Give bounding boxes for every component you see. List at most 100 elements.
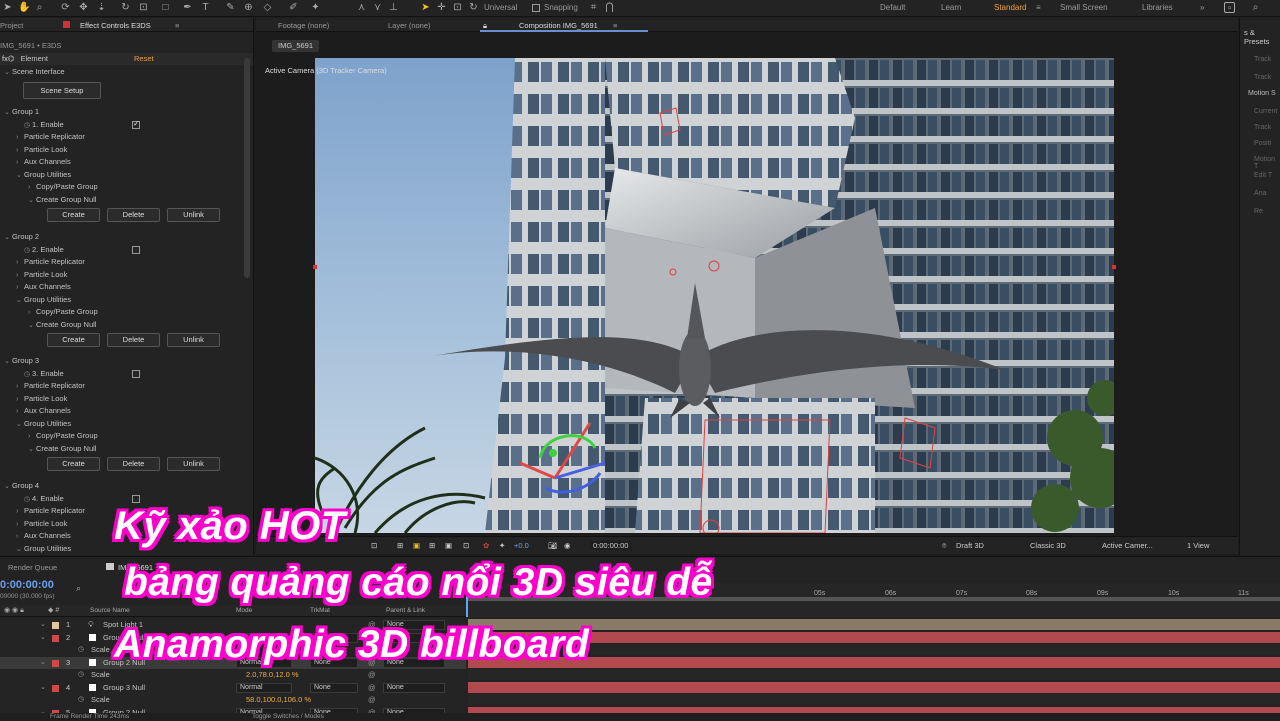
3d-scale-icon[interactable]: ⊡ <box>452 2 463 13</box>
create-button[interactable]: Create <box>47 208 100 222</box>
zoom-tool-icon[interactable]: ⌕ <box>34 2 45 13</box>
layer-duration-bar[interactable] <box>468 632 1280 643</box>
mode-dropdown[interactable]: Normal <box>236 683 292 693</box>
chevron-down-icon[interactable]: ⌄ <box>16 295 24 307</box>
3d-rotate-icon[interactable]: ↻ <box>468 2 479 13</box>
trkmat-dropdown[interactable]: None <box>310 683 358 693</box>
workspace-small-screen[interactable]: Small Screen <box>1060 3 1108 12</box>
viewer-handle-left[interactable] <box>313 265 317 269</box>
create-group-null-row[interactable]: ⌄ Create Group Null <box>0 443 253 456</box>
right-panel-item[interactable]: Track <box>1254 124 1271 131</box>
right-panel-item[interactable]: Motion T <box>1254 156 1280 170</box>
group-header[interactable]: ⌄ Group 1 <box>0 106 253 119</box>
chevron-right-icon[interactable]: › <box>16 519 24 531</box>
aux-channels-row[interactable]: › Aux Channels <box>0 405 253 418</box>
chevron-down-icon[interactable]: ⌄ <box>4 67 12 79</box>
search-icon[interactable]: ⌕ <box>1250 2 1261 13</box>
stopwatch-icon[interactable]: ◷ <box>24 120 32 132</box>
axis-tool-icon[interactable]: ⋏ <box>356 2 367 13</box>
enable-checkbox[interactable] <box>132 369 140 378</box>
layer-duration-bar[interactable] <box>468 657 1280 668</box>
chevron-down-icon[interactable]: ⌄ <box>4 232 12 244</box>
right-panel-item[interactable]: Re <box>1254 208 1263 215</box>
create-group-null-row[interactable]: ⌄ Create Group Null <box>0 194 253 207</box>
pickwhip-icon[interactable]: @ <box>368 682 376 694</box>
col-trkmat[interactable]: TrkMat <box>310 607 330 614</box>
color-channel-icon[interactable]: ✿ <box>483 541 489 550</box>
chevron-right-icon[interactable]: › <box>28 307 36 319</box>
stopwatch-icon[interactable]: ◷ <box>24 245 32 257</box>
mask-toggle-icon[interactable]: ⊞ <box>429 541 435 550</box>
stopwatch-icon[interactable]: ◷ <box>24 494 32 506</box>
chevron-right-icon[interactable]: › <box>16 406 24 418</box>
snapping-checkbox[interactable] <box>532 4 540 12</box>
view-axis-icon[interactable]: ⊥ <box>388 2 399 13</box>
enable-row[interactable]: ◷ 1. Enable <box>0 119 253 132</box>
stopwatch-icon[interactable]: ◷ <box>78 694 84 706</box>
timeline-timecode[interactable]: 0:00:00:00 <box>0 579 54 591</box>
right-panel-item[interactable]: Track <box>1254 56 1271 63</box>
copy-paste-group-row[interactable]: › Copy/Paste Group <box>0 181 253 193</box>
scale-value[interactable]: 2.0,78.0,12.0 % <box>246 669 299 681</box>
chevron-down-icon[interactable]: ⌄ <box>16 170 24 182</box>
3d-move-icon[interactable]: ✛ <box>436 2 447 13</box>
twirl-icon[interactable]: ⌄ <box>40 619 46 631</box>
share-icon[interactable]: ▫ <box>1224 2 1235 14</box>
enable-checkbox[interactable] <box>132 245 140 254</box>
group-utilities-row[interactable]: ⌄ Group Utilities <box>0 169 253 182</box>
chevron-down-icon[interactable]: ⌄ <box>4 481 12 493</box>
create-group-null-row[interactable]: ⌄ Create Group Null <box>0 319 253 331</box>
tab-layer[interactable]: Layer (none) <box>388 21 431 30</box>
selection-tool-icon[interactable]: ➤ <box>2 2 13 13</box>
unlink-button[interactable]: Unlink <box>167 457 220 471</box>
group-utilities-row[interactable]: ⌄ Group Utilities <box>0 294 253 307</box>
property-row[interactable]: ◷ Scale 2.0,78.0,12.0 % @ <box>0 669 466 681</box>
copy-paste-group-row[interactable]: › Copy/Paste Group <box>0 430 253 442</box>
pen-tool-icon[interactable]: ✒ <box>182 2 193 13</box>
right-panel-title[interactable]: s & Presets <box>1244 28 1280 46</box>
property-track[interactable] <box>468 669 1280 680</box>
grid-icon[interactable]: ⊞ <box>397 541 403 550</box>
label-swatch[interactable] <box>52 660 59 667</box>
tab-project[interactable]: Project <box>0 21 23 30</box>
anchor-tool-icon[interactable]: ⊡ <box>138 2 149 13</box>
show-snapshot-icon[interactable]: ◉ <box>564 541 571 550</box>
chevron-down-icon[interactable]: ⌄ <box>28 444 36 456</box>
clone-stamp-icon[interactable]: ⊕ <box>243 2 254 13</box>
renderer-dropdown[interactable]: Draft 3D <box>956 541 984 550</box>
effect-header[interactable]: fx⌬ Element Reset <box>0 53 253 65</box>
property-track[interactable] <box>468 694 1280 705</box>
chevron-down-icon[interactable]: ⌄ <box>16 544 24 556</box>
chevron-right-icon[interactable]: › <box>16 257 24 269</box>
workspace-learn[interactable]: Learn <box>941 3 961 12</box>
particle-replicator-row[interactable]: › Particle Replicator <box>0 256 253 269</box>
eraser-tool-icon[interactable]: ◇ <box>262 2 273 13</box>
group-header[interactable]: ⌄ Group 4 <box>0 480 253 493</box>
chevron-right-icon[interactable]: › <box>16 270 24 282</box>
workspace-libraries[interactable]: Libraries <box>1142 3 1173 12</box>
right-panel-item[interactable]: Track <box>1254 74 1271 81</box>
layer-name[interactable]: Group 3 Null <box>103 682 145 694</box>
enable-row[interactable]: ◷ 4. Enable <box>0 493 253 506</box>
snap-options-icon[interactable]: ⌗ <box>588 2 599 13</box>
workspace-default[interactable]: Default <box>880 3 905 12</box>
chevron-down-icon[interactable]: ⌄ <box>4 107 12 119</box>
chevron-right-icon[interactable]: › <box>16 394 24 406</box>
pickwhip-icon[interactable]: @ <box>368 669 376 681</box>
twirl-icon[interactable]: ⌄ <box>40 657 46 669</box>
chevron-down-icon[interactable]: ⌄ <box>28 195 36 207</box>
col-parent[interactable]: Parent & Link <box>386 607 425 614</box>
right-panel-item[interactable]: Edit T <box>1254 172 1272 179</box>
mask-tool-icon[interactable]: □ <box>160 2 171 13</box>
pan-tool-icon[interactable]: ✥ <box>78 2 89 13</box>
layer-duration-bar[interactable] <box>468 619 1280 630</box>
3d-selection-icon[interactable]: ➤ <box>420 2 431 13</box>
chevron-right-icon[interactable]: › <box>16 145 24 157</box>
tab-composition[interactable]: Composition IMG_5691 <box>519 21 598 30</box>
delete-button[interactable]: Delete <box>107 457 160 471</box>
particle-look-row[interactable]: › Particle Look <box>0 269 253 282</box>
create-button[interactable]: Create <box>47 333 100 347</box>
world-axis-icon[interactable]: ⋎ <box>372 2 383 13</box>
renderer-icon[interactable]: ⌾ <box>942 541 947 551</box>
group-utilities-row[interactable]: ⌄ Group Utilities <box>0 418 253 430</box>
